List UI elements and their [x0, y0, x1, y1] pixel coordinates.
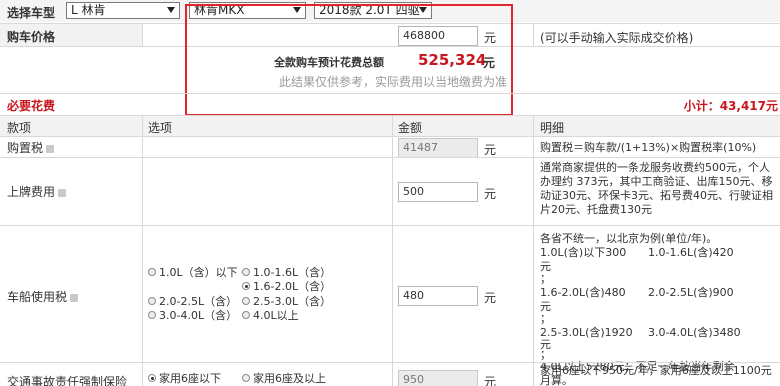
section-subtotal: 小计：43,417元: [683, 99, 778, 113]
radio-icon: [148, 268, 156, 276]
price-label: 购车价格: [7, 30, 56, 44]
vehicle-tax-detail: 各省不统一，以北京为例(单位/年)。 1.0L(含)以下300 1.0-1.6L…: [540, 232, 776, 386]
detail-line: 2.5-3.0L(含)1920: [540, 326, 633, 339]
insurance-input: 950: [398, 370, 478, 386]
detail-line: ；: [540, 272, 551, 285]
detail-line: 3.0-4.0L(含)3480: [648, 326, 741, 339]
brand-select-value: L 林肯: [71, 3, 106, 17]
insurance-value: 950: [403, 373, 424, 386]
displacement-option[interactable]: 1.0L（含）以下: [148, 266, 238, 280]
info-icon[interactable]: [70, 293, 79, 302]
price-hint: (可以手动输入实际成交价格): [540, 31, 694, 45]
radio-icon: [242, 268, 250, 276]
insurance-detail: 家用6座以下950元/年，家用6座及以上1100元: [540, 364, 772, 377]
displacement-option[interactable]: 4.0L以上: [242, 309, 299, 323]
displacement-option[interactable]: 1.0-1.6L（含）: [242, 266, 331, 280]
radio-icon: [242, 374, 250, 382]
insurance-option-selected[interactable]: 家用6座以下: [148, 372, 221, 386]
radio-icon: [242, 297, 250, 305]
displacement-option-selected[interactable]: 1.6-2.0L（含）: [242, 280, 331, 294]
purchase-tax-label: 购置税: [7, 139, 55, 156]
highlight-box: [185, 4, 513, 116]
detail-line: 2.0-2.5L(含)900: [648, 286, 734, 299]
detail-line: 1.0-1.6L(含)420: [648, 246, 734, 259]
detail-line: ；: [540, 312, 551, 325]
insurance-option[interactable]: 家用6座及以上: [242, 372, 326, 386]
purchase-tax-unit: 元: [484, 143, 497, 157]
section-title: 必要花费: [7, 99, 56, 113]
displacement-option[interactable]: 3.0-4.0L（含）: [148, 309, 237, 323]
purchase-tax-detail: 购置税＝购车款/(1+13%)×购置税率(10%): [540, 141, 757, 154]
info-icon[interactable]: [46, 144, 55, 153]
model-selector-label: 选择车型: [7, 6, 56, 20]
info-icon[interactable]: [58, 188, 67, 197]
insurance-label: 交通事故责任强制保险: [7, 375, 128, 386]
plate-fee-unit: 元: [484, 187, 497, 201]
plate-fee-value: 500: [403, 185, 424, 198]
radio-icon: [242, 282, 250, 290]
col-header-option: 选项: [148, 121, 173, 135]
vehicle-tax-value: 480: [403, 289, 424, 302]
col-header-item: 款项: [7, 121, 32, 135]
radio-icon: [148, 297, 156, 305]
detail-line: 各省不统一，以北京为例(单位/年)。: [540, 232, 718, 245]
radio-icon: [148, 311, 156, 319]
plate-fee-input[interactable]: 500: [398, 182, 478, 202]
vehicle-tax-label: 车船使用税: [7, 288, 79, 305]
detail-line: 1.0L(含)以下300: [540, 246, 627, 259]
displacement-option[interactable]: 2.0-2.5L（含）: [148, 295, 237, 309]
displacement-option[interactable]: 2.5-3.0L（含）: [242, 295, 331, 309]
purchase-tax-value: 41487: [403, 141, 438, 154]
chevron-down-icon: [167, 7, 175, 13]
plate-fee-label: 上牌费用: [7, 183, 67, 200]
vehicle-tax-input[interactable]: 480: [398, 286, 478, 306]
vehicle-tax-unit: 元: [484, 291, 497, 305]
table-header: [0, 116, 780, 136]
plate-fee-detail: 通常商家提供的一条龙服务收费约500元，个人办理约 373元，其中工商验证、出库…: [540, 161, 773, 216]
insurance-unit: 元: [484, 375, 497, 386]
col-header-detail: 明细: [540, 121, 565, 135]
radio-icon: [242, 311, 250, 319]
detail-line: 1.6-2.0L(含)480: [540, 286, 626, 299]
col-header-amount: 金额: [398, 121, 423, 135]
radio-icon: [148, 374, 156, 382]
brand-select[interactable]: L 林肯: [66, 2, 180, 19]
purchase-tax-input: 41487: [398, 138, 478, 158]
